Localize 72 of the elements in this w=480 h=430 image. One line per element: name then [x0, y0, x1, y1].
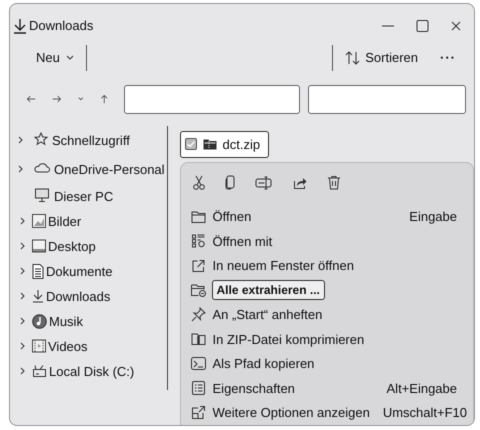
video-icon	[32, 339, 46, 353]
up-icon[interactable]	[100, 92, 108, 106]
sidebar-item[interactable]: Schnellzugriff	[52, 132, 130, 148]
shortcut-label: Alt+Eingabe	[386, 380, 458, 396]
chevron-right-icon[interactable]	[20, 317, 26, 325]
extract-folder-icon	[190, 284, 206, 297]
menu-item[interactable]: In ZIP-Datei komprimieren	[212, 328, 366, 350]
sidebar-item[interactable]: Musik	[49, 314, 83, 328]
sort-button[interactable]: Sortieren	[337, 46, 426, 70]
image-icon	[32, 214, 46, 228]
sidebar-item[interactable]: Desktop	[48, 238, 96, 254]
scissors-icon[interactable]	[192, 175, 205, 190]
shortcut-label: Umschalt+F10	[382, 405, 467, 420]
menu-item[interactable]: In neuem Fenster öffnen	[212, 255, 355, 276]
sidebar-item[interactable]: Local Disk (C:)	[49, 364, 134, 378]
music-icon	[32, 314, 47, 328]
zip-folder-icon	[190, 333, 206, 346]
rename-icon[interactable]	[254, 176, 273, 190]
chevron-down-icon	[66, 54, 74, 61]
sidebar-item[interactable]: OneDrive-Personal	[54, 162, 165, 176]
zip-folder-icon	[202, 138, 217, 150]
pin-icon	[190, 307, 206, 322]
trash-icon[interactable]	[326, 175, 341, 190]
copy-icon[interactable]	[224, 175, 235, 190]
chevron-right-icon[interactable]	[18, 136, 24, 144]
sidebar-item[interactable]: Dieser PC	[54, 188, 114, 204]
star-icon	[34, 132, 48, 146]
menu-item[interactable]: An „Start“ anheften	[212, 304, 324, 326]
address-field[interactable]	[124, 84, 300, 114]
folder-icon	[190, 210, 206, 223]
menu-item[interactable]: Als Pfad kopieren	[212, 353, 316, 374]
maximize-icon[interactable]	[414, 18, 430, 34]
checkbox[interactable]	[184, 138, 197, 150]
more-options-icon	[190, 405, 206, 420]
sidebar-item[interactable]: Bilder	[48, 214, 82, 228]
sort-arrows-icon	[345, 50, 362, 65]
cloud-icon	[34, 162, 50, 174]
extract-all-button[interactable]: Alle extrahieren ...	[212, 280, 325, 300]
menu-item[interactable]: Weitere Optionen anzeigen	[212, 402, 371, 424]
window-title: Downloads	[29, 18, 94, 34]
back-icon[interactable]	[26, 93, 36, 105]
chevron-right-icon[interactable]	[20, 267, 26, 275]
download-icon	[32, 289, 44, 303]
chevron-right-icon[interactable]	[20, 342, 26, 350]
forward-icon[interactable]	[52, 93, 62, 105]
chevron-right-icon[interactable]	[20, 367, 26, 375]
monitor-icon	[34, 186, 50, 202]
search-field[interactable]	[308, 84, 466, 114]
apps-icon	[190, 234, 206, 248]
sidebar-item[interactable]: Downloads	[46, 288, 110, 304]
external-link-icon	[190, 258, 206, 273]
chevron-down-icon[interactable]	[78, 96, 84, 102]
menu-item[interactable]: Öffnen mit	[212, 230, 274, 252]
share-icon[interactable]	[292, 176, 307, 190]
download-icon	[13, 18, 27, 34]
sidebar-item[interactable]: Dokumente	[46, 264, 112, 278]
drive-icon	[32, 364, 47, 378]
file-item[interactable]: dct.zip	[180, 130, 270, 158]
sidebar-item[interactable]: Videos	[48, 338, 88, 354]
more-button[interactable]: ···	[432, 46, 464, 70]
new-button[interactable]: Neu	[28, 46, 82, 70]
chevron-right-icon[interactable]	[18, 165, 24, 173]
terminal-icon	[190, 357, 206, 370]
menu-item[interactable]: Öffnen	[212, 206, 252, 228]
document-icon	[32, 264, 44, 278]
chevron-right-icon[interactable]	[20, 292, 26, 300]
chevron-right-icon[interactable]	[20, 242, 26, 250]
list-icon	[190, 381, 206, 396]
shortcut-label: Eingabe	[409, 209, 458, 224]
chevron-right-icon[interactable]	[20, 217, 26, 225]
desktop-icon	[32, 239, 46, 253]
menu-item[interactable]: Eigenschaften	[212, 378, 296, 399]
